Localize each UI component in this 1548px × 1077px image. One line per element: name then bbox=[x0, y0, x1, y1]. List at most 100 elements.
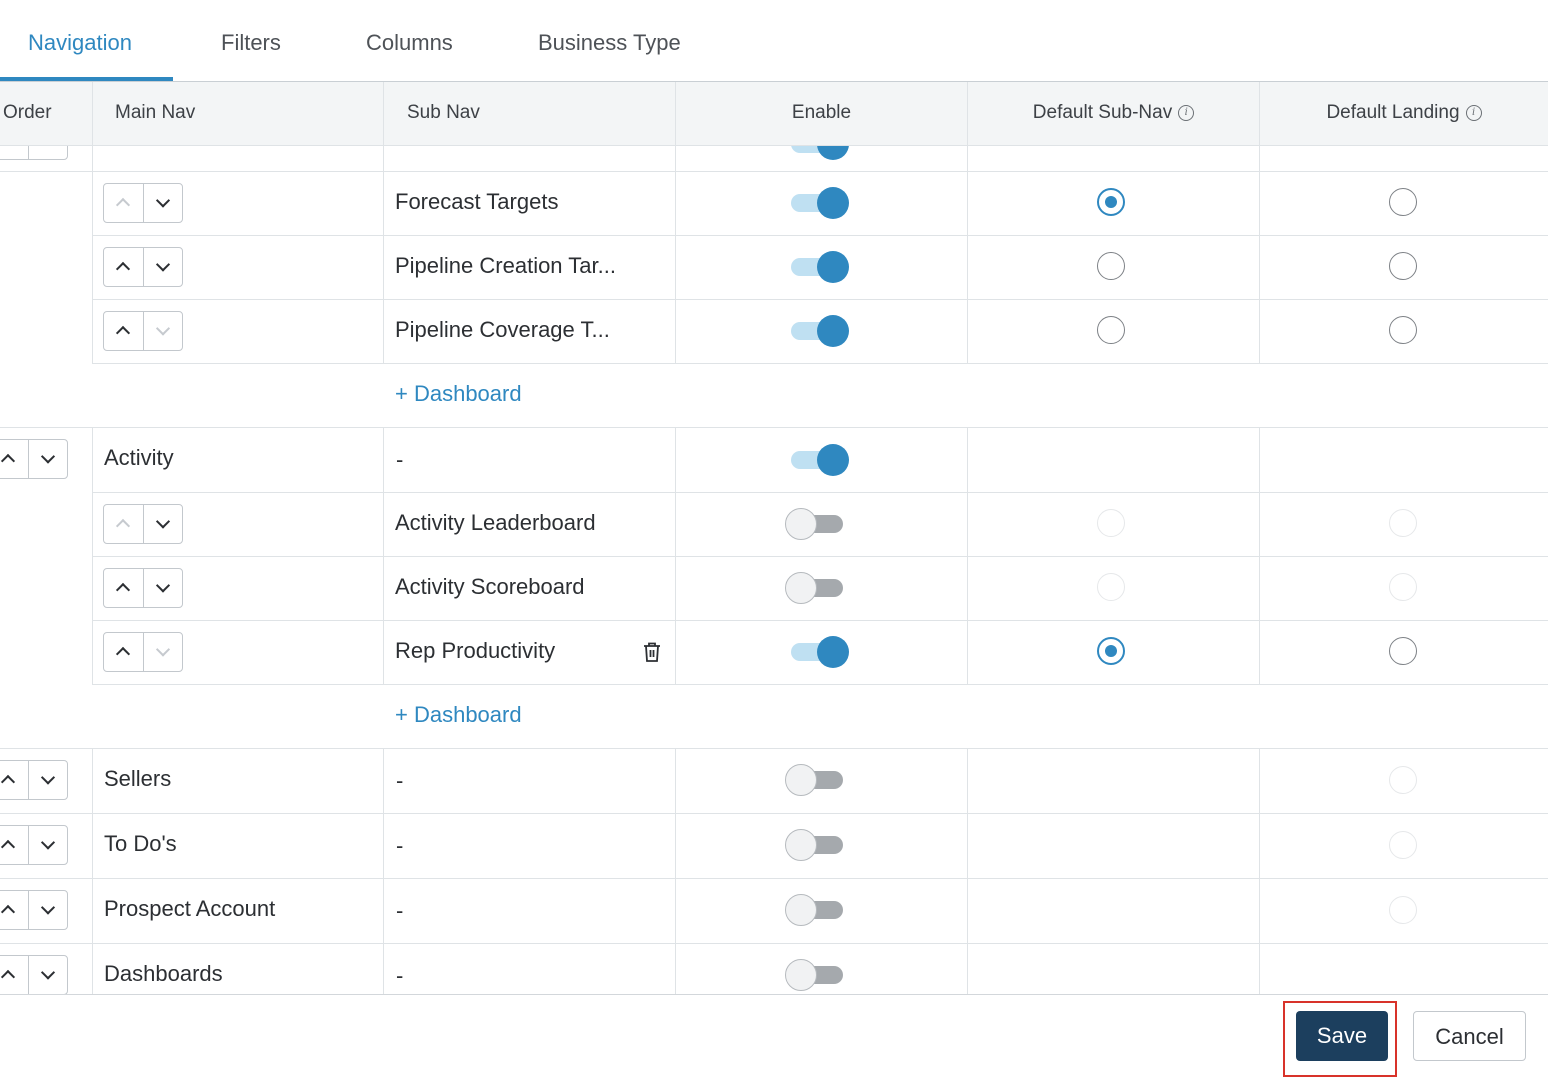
enable-toggle[interactable] bbox=[785, 958, 845, 992]
move-up-button[interactable] bbox=[0, 146, 29, 159]
chevron-down-icon bbox=[40, 900, 55, 915]
chevron-up-icon bbox=[116, 261, 131, 277]
toggle-knob bbox=[785, 894, 817, 926]
order-stepper[interactable] bbox=[103, 311, 183, 351]
default-landing-radio[interactable] bbox=[1389, 316, 1417, 344]
row-divider bbox=[0, 748, 1548, 749]
move-up-button[interactable] bbox=[0, 826, 29, 864]
sub-nav-empty: - bbox=[396, 768, 404, 793]
info-icon[interactable]: i bbox=[1178, 104, 1195, 121]
column-divider bbox=[1259, 748, 1260, 994]
chevron-up-icon bbox=[1, 774, 16, 790]
move-up-button[interactable] bbox=[0, 440, 29, 478]
tab-columns[interactable]: Columns bbox=[366, 30, 453, 56]
enable-toggle[interactable] bbox=[785, 893, 845, 927]
toggle-knob bbox=[785, 572, 817, 604]
enable-toggle[interactable] bbox=[789, 186, 849, 220]
move-down-button[interactable] bbox=[144, 569, 183, 607]
default-sub-nav-radio[interactable] bbox=[1097, 316, 1125, 344]
sub-nav-empty: - bbox=[396, 898, 404, 923]
move-up-button[interactable] bbox=[104, 569, 144, 607]
row-divider bbox=[0, 171, 1548, 172]
chevron-down-icon bbox=[40, 965, 55, 980]
move-up-button[interactable] bbox=[104, 312, 144, 350]
order-stepper[interactable] bbox=[103, 568, 183, 608]
move-down-button[interactable] bbox=[29, 146, 68, 159]
order-stepper[interactable] bbox=[0, 890, 68, 930]
move-up-button[interactable] bbox=[104, 184, 144, 222]
move-up-button[interactable] bbox=[104, 633, 144, 671]
order-stepper[interactable] bbox=[103, 247, 183, 287]
enable-toggle[interactable] bbox=[789, 250, 849, 284]
move-down-button[interactable] bbox=[144, 633, 183, 671]
enable-toggle[interactable] bbox=[789, 146, 849, 161]
header-enable: Enable bbox=[791, 102, 852, 123]
enable-toggle[interactable] bbox=[789, 635, 849, 669]
default-landing-radio bbox=[1389, 896, 1417, 924]
move-up-button[interactable] bbox=[104, 248, 144, 286]
column-divider bbox=[967, 748, 968, 994]
order-stepper[interactable] bbox=[103, 632, 183, 672]
chevron-down-icon bbox=[40, 449, 55, 464]
move-down-button[interactable] bbox=[144, 184, 183, 222]
enable-toggle[interactable] bbox=[789, 314, 849, 348]
toggle-knob bbox=[817, 146, 849, 160]
move-up-button[interactable] bbox=[0, 891, 29, 929]
enable-toggle[interactable] bbox=[789, 443, 849, 477]
chevron-down-icon bbox=[155, 321, 170, 336]
order-stepper[interactable] bbox=[0, 760, 68, 800]
row-divider bbox=[92, 363, 1548, 364]
move-down-button[interactable] bbox=[29, 440, 68, 478]
add-dashboard-link[interactable]: + Dashboard bbox=[395, 381, 522, 407]
table-header: Order Main Nav Sub Nav Enable Default Su… bbox=[0, 82, 1548, 146]
move-up-button[interactable] bbox=[0, 761, 29, 799]
move-up-button[interactable] bbox=[0, 956, 29, 994]
column-divider bbox=[675, 748, 676, 994]
default-landing-radio[interactable] bbox=[1389, 188, 1417, 216]
column-divider bbox=[1259, 146, 1260, 364]
move-down-button[interactable] bbox=[29, 956, 68, 994]
default-landing-radio bbox=[1389, 509, 1417, 537]
trash-icon[interactable] bbox=[642, 641, 662, 663]
chevron-up-icon bbox=[116, 197, 131, 213]
move-down-button[interactable] bbox=[29, 761, 68, 799]
move-down-button[interactable] bbox=[144, 248, 183, 286]
tab-business-type[interactable]: Business Type bbox=[538, 30, 681, 56]
header-default-sub-nav-label: Default Sub-Nav bbox=[1032, 102, 1173, 123]
move-down-button[interactable] bbox=[144, 312, 183, 350]
order-stepper[interactable] bbox=[0, 825, 68, 865]
order-stepper[interactable] bbox=[0, 146, 68, 160]
column-divider bbox=[92, 146, 93, 364]
cancel-button[interactable]: Cancel bbox=[1413, 1011, 1526, 1061]
default-landing-radio bbox=[1389, 766, 1417, 794]
default-sub-nav-radio[interactable] bbox=[1097, 188, 1125, 216]
sub-nav-name: Pipeline Creation Tar... bbox=[395, 253, 616, 278]
move-down-button[interactable] bbox=[144, 505, 183, 543]
enable-toggle[interactable] bbox=[785, 828, 845, 862]
default-landing-radio[interactable] bbox=[1389, 252, 1417, 280]
default-sub-nav-radio[interactable] bbox=[1097, 637, 1125, 665]
order-stepper[interactable] bbox=[0, 439, 68, 479]
default-sub-nav-radio[interactable] bbox=[1097, 252, 1125, 280]
order-stepper[interactable] bbox=[103, 183, 183, 223]
default-landing-radio[interactable] bbox=[1389, 637, 1417, 665]
add-dashboard-link[interactable]: + Dashboard bbox=[395, 702, 522, 728]
order-stepper[interactable] bbox=[103, 504, 183, 544]
enable-toggle[interactable] bbox=[785, 571, 845, 605]
row-divider bbox=[92, 299, 1548, 300]
header-divider bbox=[383, 82, 384, 146]
move-down-button[interactable] bbox=[29, 891, 68, 929]
save-button[interactable]: Save bbox=[1296, 1011, 1388, 1061]
tab-navigation[interactable]: Navigation bbox=[28, 30, 132, 56]
header-default-landing: Default Landing i bbox=[1260, 82, 1548, 146]
move-up-button[interactable] bbox=[104, 505, 144, 543]
chevron-down-icon bbox=[40, 770, 55, 785]
order-stepper[interactable] bbox=[0, 955, 68, 994]
row-divider bbox=[92, 556, 1548, 557]
enable-toggle[interactable] bbox=[785, 507, 845, 541]
enable-toggle[interactable] bbox=[785, 763, 845, 797]
chevron-up-icon bbox=[116, 646, 131, 662]
tab-filters[interactable]: Filters bbox=[221, 30, 281, 56]
move-down-button[interactable] bbox=[29, 826, 68, 864]
info-icon[interactable]: i bbox=[1465, 104, 1482, 121]
